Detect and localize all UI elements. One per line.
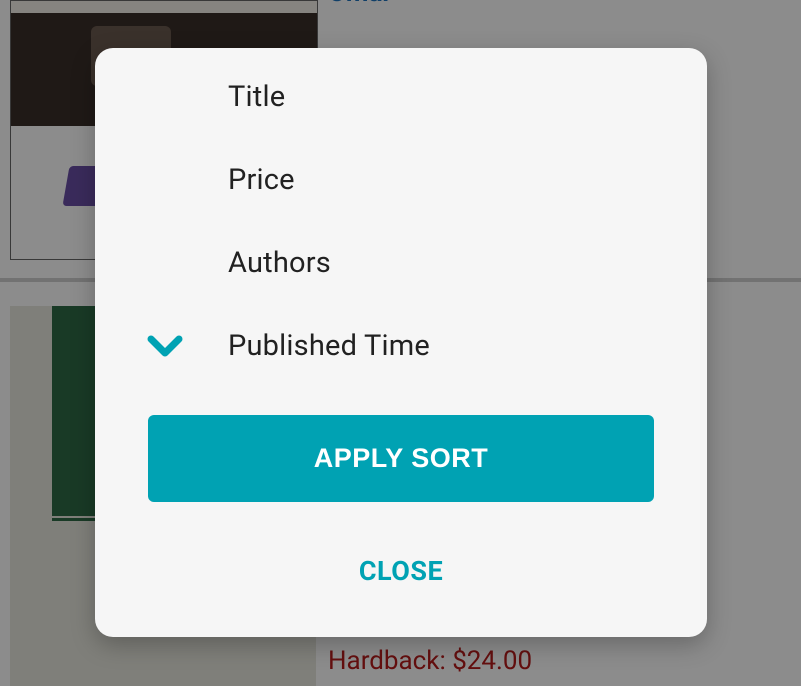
sort-option-authors[interactable]: Authors <box>95 221 707 304</box>
sort-option-label: Published Time <box>228 328 430 363</box>
sort-option-title[interactable]: Title <box>95 55 707 138</box>
sort-option-price[interactable]: Price <box>95 138 707 221</box>
sort-dialog: Title Price Authors Published Time APPLY… <box>95 48 707 637</box>
chevron-down-icon <box>147 335 183 356</box>
sort-option-label: Title <box>228 79 286 114</box>
sort-option-label: Authors <box>228 245 331 280</box>
close-button[interactable]: CLOSE <box>148 536 654 606</box>
sort-option-label: Price <box>228 162 295 197</box>
apply-sort-button[interactable]: APPLY SORT <box>148 415 654 502</box>
sort-option-published-time[interactable]: Published Time <box>95 304 707 387</box>
